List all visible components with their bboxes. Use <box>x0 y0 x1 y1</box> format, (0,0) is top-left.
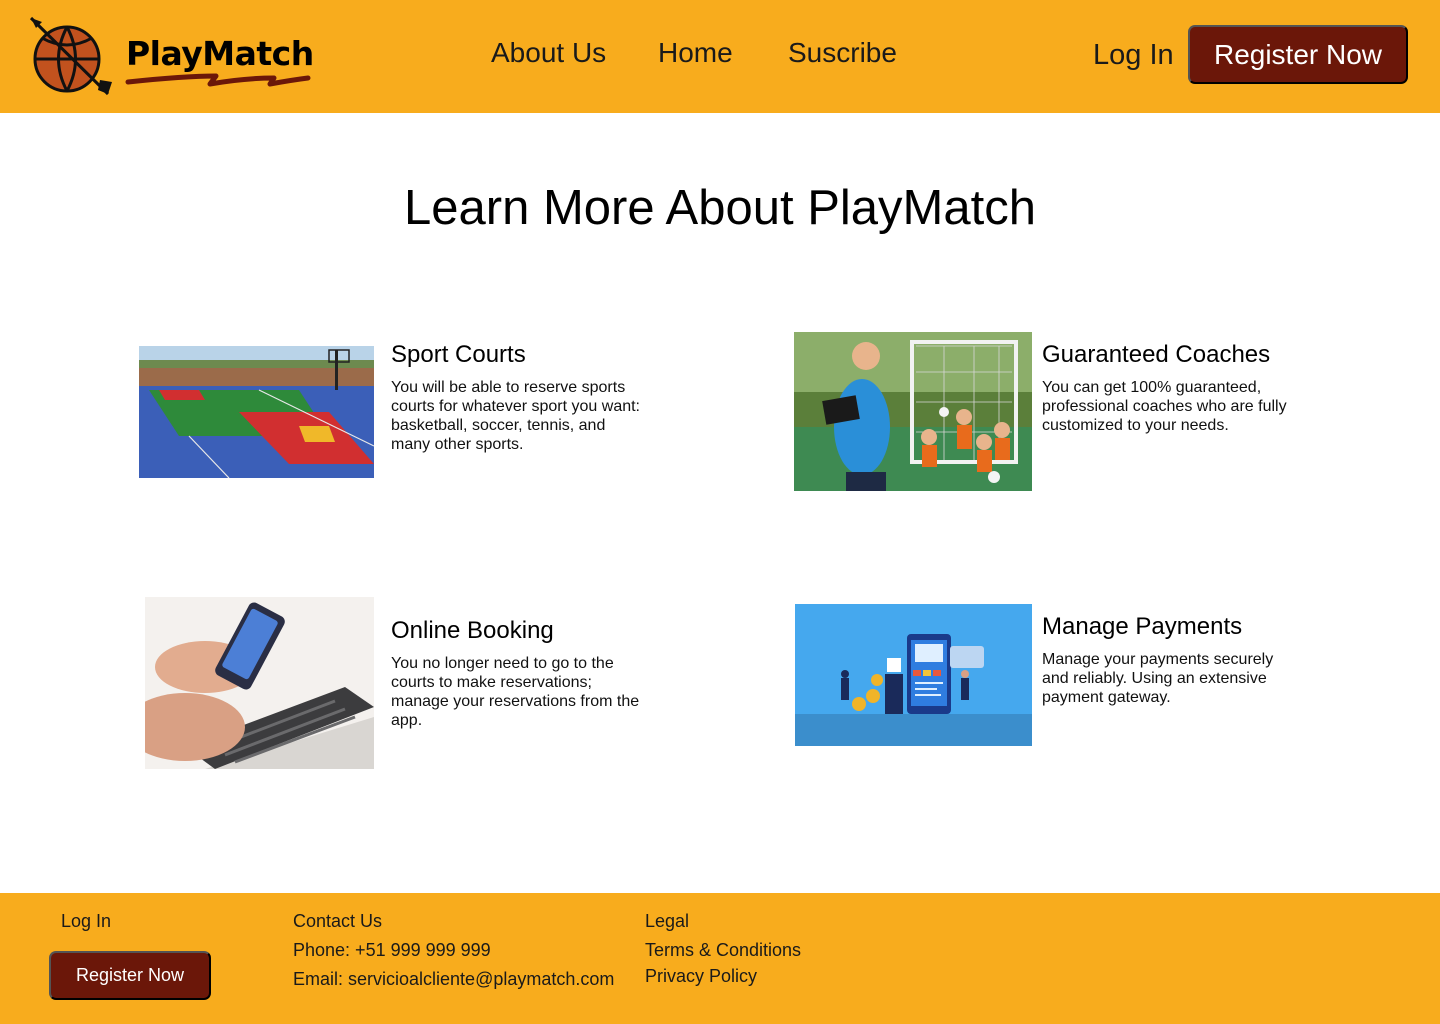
nav-subscribe[interactable]: Suscribe <box>788 37 897 69</box>
sport-courts-image <box>139 346 374 478</box>
guaranteed-coaches-image <box>794 332 1032 491</box>
nav-home[interactable]: Home <box>658 37 733 69</box>
feature-desc-sport-courts: You will be able to reserve sports court… <box>391 379 640 453</box>
site-header: PlayMatch About Us Home Suscribe Log In … <box>0 0 1440 113</box>
manage-payments-image <box>795 604 1032 746</box>
brand-logo[interactable]: PlayMatch <box>28 16 318 96</box>
footer-privacy-link[interactable]: Privacy Policy <box>645 966 757 987</box>
footer-contact-heading: Contact Us <box>293 911 383 931</box>
feature-desc-online-booking: You no longer need to go to the courts t… <box>391 655 640 729</box>
page-title: Learn More About PlayMatch <box>404 181 1036 235</box>
footer-login-link[interactable]: Log In <box>61 911 111 932</box>
feature-desc-manage-payments: Manage your payments securely and reliab… <box>1042 651 1274 706</box>
basketball-icon <box>29 16 112 96</box>
feature-title-manage-payments: Manage Payments <box>1042 613 1243 640</box>
feature-desc-guaranteed-coaches: You can get 100% guaranteed, professiona… <box>1042 379 1287 434</box>
online-booking-image <box>145 597 374 769</box>
feature-title-online-booking: Online Booking <box>391 617 554 644</box>
header-register-button[interactable]: Register Now <box>1188 25 1408 84</box>
footer-register-button[interactable]: Register Now <box>49 951 211 1000</box>
footer-legal-heading: Legal <box>645 911 690 931</box>
site-footer: Log In Register Now Contact Us Phone: +5… <box>0 893 1440 1024</box>
footer-phone: Phone: +51 999 999 999 <box>293 940 491 960</box>
brand-underline-swoosh <box>125 73 311 87</box>
footer-email[interactable]: Email: servicioalcliente@playmatch.com <box>293 969 614 990</box>
nav-about-us[interactable]: About Us <box>491 37 606 69</box>
feature-title-guaranteed-coaches: Guaranteed Coaches <box>1042 341 1271 368</box>
header-login-link[interactable]: Log In <box>1093 39 1174 72</box>
feature-title-sport-courts: Sport Courts <box>391 341 526 368</box>
footer-terms-link[interactable]: Terms & Conditions <box>645 940 801 961</box>
